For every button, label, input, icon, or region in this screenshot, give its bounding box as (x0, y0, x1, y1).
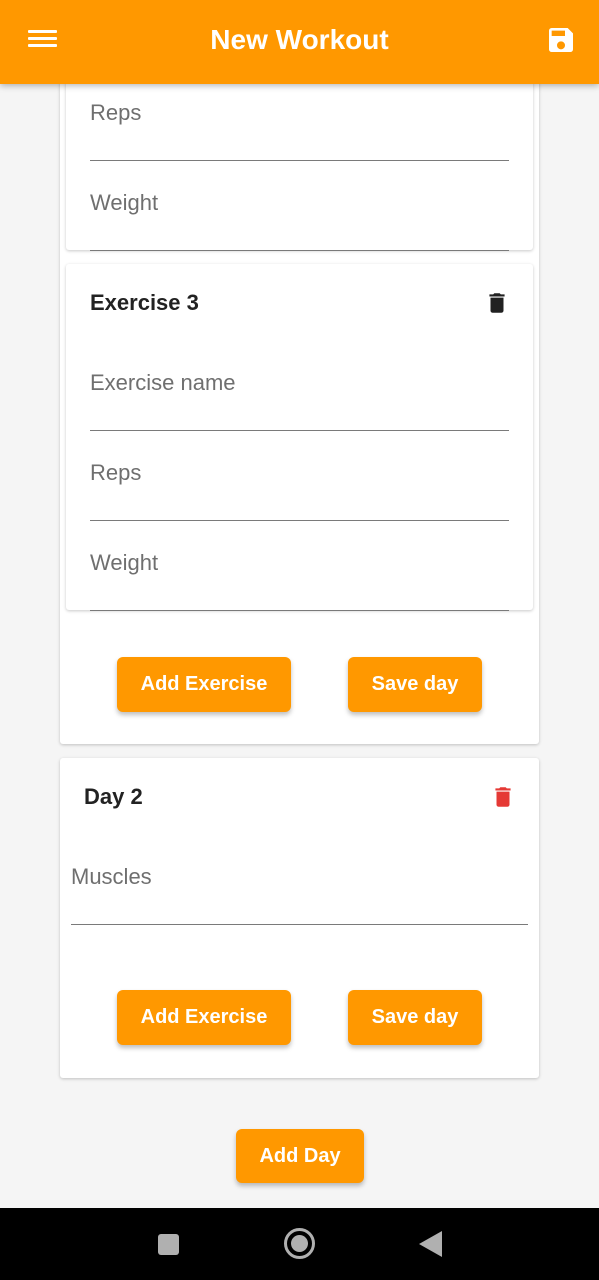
exercise-title: Exercise 3 (90, 290, 199, 315)
reps-placeholder: Reps (90, 100, 142, 125)
add-exercise-button[interactable]: Add Exercise (117, 990, 291, 1045)
reps-field[interactable]: Reps (90, 450, 509, 521)
exercise-card: Reps Weight (66, 60, 533, 251)
day-title: Day 2 (84, 784, 143, 809)
exercise-name-placeholder: Exercise name (90, 370, 236, 395)
add-exercise-button[interactable]: Add Exercise (117, 657, 291, 712)
reps-placeholder: Reps (90, 460, 142, 485)
weight-placeholder: Weight (90, 190, 159, 215)
trash-icon[interactable] (484, 288, 510, 323)
exercise-card: Exercise 3 Exercise name Reps Weight (66, 264, 533, 611)
muscles-field[interactable]: Muscles (71, 854, 528, 925)
day-card: Day 2 Muscles Add Exercise Save day (60, 758, 539, 1078)
save-icon[interactable] (545, 24, 581, 60)
system-navigation-bar (0, 1208, 599, 1280)
muscles-placeholder: Muscles (71, 864, 152, 889)
page-title: New Workout (210, 24, 389, 55)
weight-placeholder: Weight (90, 550, 159, 575)
exercise-name-field[interactable]: Exercise name (90, 360, 509, 431)
circle-home-icon[interactable] (284, 1228, 315, 1259)
save-day-button[interactable]: Save day (348, 990, 482, 1045)
add-day-button[interactable]: Add Day (236, 1129, 364, 1183)
save-day-button[interactable]: Save day (348, 657, 482, 712)
square-icon[interactable] (158, 1234, 179, 1255)
weight-field[interactable]: Weight (90, 180, 509, 251)
app-bar: New Workout (0, 0, 599, 84)
reps-field[interactable]: Reps (90, 90, 509, 161)
trash-icon[interactable] (490, 782, 516, 817)
weight-field[interactable]: Weight (90, 540, 509, 611)
back-triangle-icon[interactable] (419, 1231, 442, 1257)
